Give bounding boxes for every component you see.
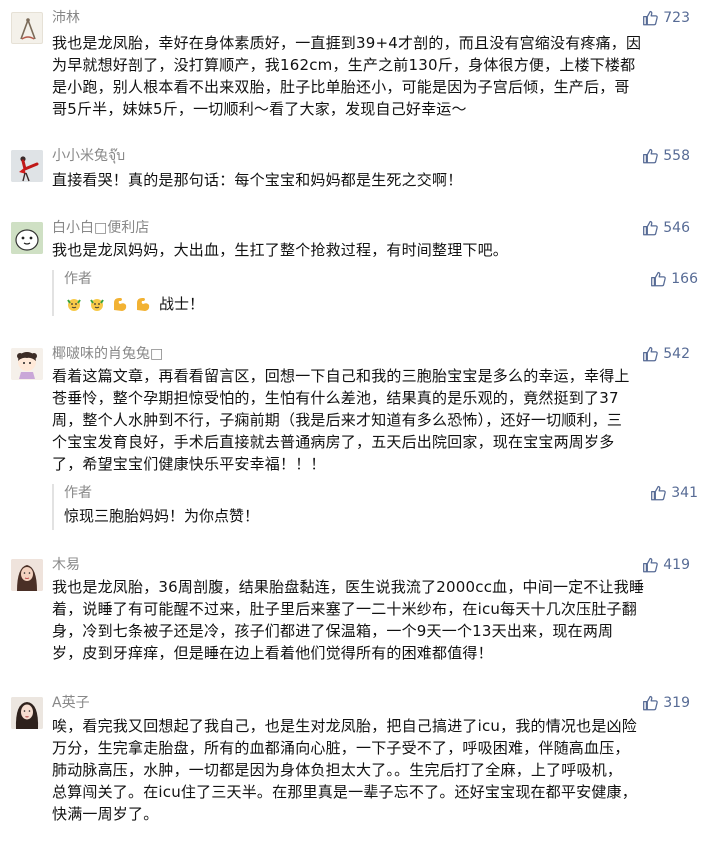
cheer-emoji-icon — [67, 299, 81, 311]
comment-line: 直接看哭！真的是那句话：每个宝宝和妈妈都是生死之交啊！ — [52, 171, 463, 189]
comment-line: 个宝宝发育良好，手术后直接就去普通病房了，五天后出院回家，现在宝宝两周岁多 — [52, 433, 615, 451]
reply-author: 作者 — [64, 271, 92, 287]
like-button[interactable]: 546 — [641, 219, 690, 237]
reply-text: 战士！ — [159, 295, 205, 313]
comment-line: 肺动脉高压，水肿，一切都是因为身体负担太大了。。生完后打了全麻，上了呼吸机， — [52, 761, 623, 779]
comment-line: 快满一周岁了。 — [52, 805, 159, 823]
comment-line: 唉，看完我又回想起了我自己，也是生对龙凤胎，把自己搞进了icu，我的情况也是凶险 — [52, 717, 637, 735]
comment-line: 岁，皮到牙痒痒，但是睡在边上看着他们觉得所有的困难都值得！ — [52, 644, 493, 662]
thumbs-up-icon — [643, 695, 659, 711]
comment-username[interactable]: A英子 — [52, 694, 90, 712]
reply-content: 战士！ — [64, 293, 204, 315]
comment-line: 看着这篇文章，再看看留言区，回想一下自己和我的三胞胎宝宝是多么的幸运，幸得上 — [52, 367, 630, 385]
like-button[interactable]: 166 — [649, 270, 698, 288]
like-count: 319 — [663, 695, 690, 711]
like-count: 419 — [663, 557, 690, 573]
thumbs-up-icon — [643, 220, 659, 236]
comment-content: 我也是龙凤胎，幸好在身体素质好，一直捱到39+4才剖的，而且没有宫缩没有疼痛，因… — [52, 32, 692, 120]
flexed-bicep-icon — [114, 298, 127, 311]
reply-author: 作者 — [64, 485, 92, 501]
comment-content: 唉，看完我又回想起了我自己，也是生对龙凤胎，把自己搞进了icu，我的情况也是凶险… — [52, 715, 692, 825]
thumbs-up-icon — [643, 557, 659, 573]
cheer-emoji-icon — [90, 299, 104, 311]
avatar-cartoon-girl-image — [11, 348, 43, 380]
like-count: 558 — [663, 148, 690, 164]
comment-username[interactable]: 沛林 — [52, 9, 80, 27]
avatar[interactable] — [11, 150, 43, 182]
avatar[interactable] — [11, 559, 43, 591]
avatar-photo-image — [11, 559, 43, 591]
like-count: 542 — [663, 346, 690, 362]
like-count: 341 — [671, 485, 698, 501]
thumbs-up-icon — [643, 10, 659, 26]
like-button[interactable]: 542 — [641, 345, 690, 363]
avatar[interactable] — [11, 697, 43, 729]
comment-line: 总算闯关了。在icu住了三天半。在那里真是一辈子忘不了。还好宝宝现在都平安健康， — [52, 783, 637, 801]
comment-line: 是小跑，别人根本看不出来双胎，肚子比单胎还小，可能是因为子宫后倾，生产后，哥 — [52, 78, 630, 96]
avatar-photo-image — [11, 697, 43, 729]
like-button[interactable]: 319 — [641, 694, 690, 712]
avatar[interactable] — [11, 12, 43, 44]
like-button[interactable]: 723 — [641, 9, 690, 27]
comment-username[interactable]: 小小米兔จุ๊บ — [52, 147, 125, 165]
avatar[interactable] — [11, 222, 43, 254]
comment-line: 身，冷到七条被子还是冷，孩子们都进了保温箱，一个9天一个13天出来，现在两周 — [52, 622, 614, 640]
comment-content: 直接看哭！真的是那句话：每个宝宝和妈妈都是生死之交啊！ — [52, 169, 692, 191]
comment-line: 我也是龙凤胎，幸好在身体素质好，一直捱到39+4才剖的，而且没有宫缩没有疼痛，因 — [52, 34, 642, 52]
like-button[interactable]: 341 — [649, 484, 698, 502]
comment-line: 万分，生完拿走胎盘，所有的血都涌向心脏，一下子受不了，呼吸困难，伴随高血压， — [52, 739, 630, 757]
comment-username[interactable]: 椰啵味的肖兔兔□ — [52, 345, 163, 363]
thumbs-up-icon — [651, 271, 667, 287]
author-reply: 作者 341 惊现三胞胎妈妈！为你点赞！ — [52, 484, 698, 530]
comment-line: 周，整个人水肿到不行，子痫前期（我是后来才知道有多么恐怖），还好一切顺利，三 — [52, 411, 623, 429]
comment-content: 我也是龙凤妈妈，大出血，生扛了整个抢救过程，有时间整理下吧。 — [52, 239, 692, 261]
emoji-group — [64, 294, 153, 314]
like-count: 546 — [663, 220, 690, 236]
comment-line: 我也是龙凤妈妈，大出血，生扛了整个抢救过程，有时间整理下吧。 — [52, 241, 509, 259]
avatar-sketch-image — [20, 18, 36, 40]
comment-username[interactable]: 白小白□便利店 — [52, 219, 149, 237]
thumbs-up-icon — [643, 346, 659, 362]
avatar-cartoon-image — [11, 222, 43, 254]
like-button[interactable]: 419 — [641, 556, 690, 574]
comment-line: 苍垂怜，整个孕期担惊受怕的，生怕有什么差池，结果真的是乐观的，竟然挺到了37 — [52, 389, 619, 407]
like-count: 723 — [663, 10, 690, 26]
comment-line: 着，说睡了有可能醒不过来，肚子里后来塞了一二十米纱布，在icu每天十几次压肚子翻 — [52, 600, 637, 618]
like-button[interactable]: 558 — [641, 147, 690, 165]
reply-content: 惊现三胞胎妈妈！为你点赞！ — [64, 505, 259, 527]
thumbs-up-icon — [651, 485, 667, 501]
comment-username[interactable]: 木易 — [52, 556, 80, 574]
author-reply: 作者 166 战士！ — [52, 270, 698, 316]
avatar[interactable] — [11, 348, 43, 380]
comment-content: 我也是龙凤胎，36周剖腹，结果胎盘黏连，医生说我流了2000cc血，中间一定不让… — [52, 576, 692, 664]
comment-line: 为早就想好剖了，没打算顺产，我162cm，生产之前130斤，身体很方便，上楼下楼… — [52, 56, 636, 74]
comment-line: 哥5斤半，妹妹5斤，一切顺利～看了大家，发现自己好幸运～ — [52, 100, 467, 118]
comment-line: 了，希望宝宝们健康快乐平安幸福！！！ — [52, 455, 326, 473]
thumbs-up-icon — [643, 148, 659, 164]
comment-line: 我也是龙凤胎，36周剖腹，结果胎盘黏连，医生说我流了2000cc血，中间一定不让… — [52, 578, 645, 596]
reply-text: 惊现三胞胎妈妈！为你点赞！ — [64, 507, 260, 525]
flexed-bicep-icon — [137, 298, 150, 311]
comment-content: 看着这篇文章，再看看留言区，回想一下自己和我的三胞胎宝宝是多么的幸运，幸得上 苍… — [52, 365, 692, 475]
like-count: 166 — [671, 271, 698, 287]
avatar-dancer-image — [11, 150, 43, 182]
